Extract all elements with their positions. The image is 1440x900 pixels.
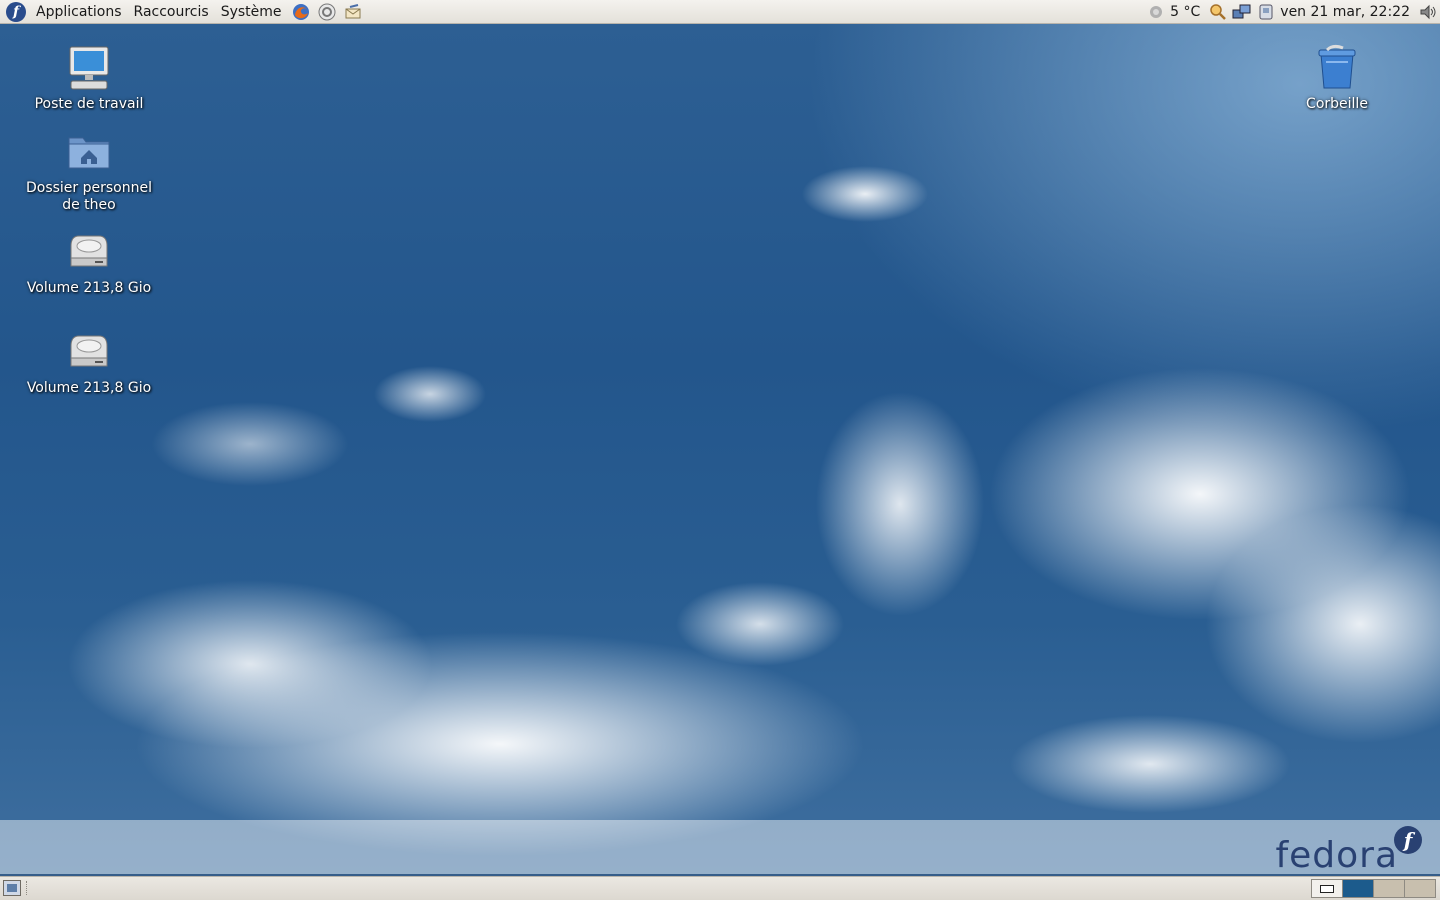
desktop-icon-volume-1[interactable]: Volume 213,8 Gio <box>14 228 164 297</box>
panel-grip[interactable] <box>26 881 30 895</box>
clock[interactable]: ven 21 mar, 22:22 <box>1280 4 1410 20</box>
workspace-3[interactable] <box>1373 879 1405 898</box>
fedora-menu-icon[interactable]: f <box>6 1 26 22</box>
workspace-2[interactable] <box>1342 879 1374 898</box>
weather-temperature[interactable]: 5 °C <box>1170 4 1200 20</box>
workspace-4[interactable] <box>1404 879 1436 898</box>
desktop-icon-label: Dossier personnel de theo <box>25 180 152 213</box>
harddisk-icon <box>65 328 113 376</box>
printer-icon[interactable] <box>1256 2 1276 22</box>
home-folder-icon <box>65 128 113 176</box>
wallpaper-band <box>0 820 1440 874</box>
fedora-logo: fedora f <box>1275 826 1422 876</box>
workspace-1[interactable] <box>1311 879 1343 898</box>
desktop-wallpaper: fedora f <box>0 24 1440 876</box>
desktop-icon-label: Corbeille <box>1306 96 1368 112</box>
top-panel: f Applications Raccourcis Système 5 °C v… <box>0 0 1440 24</box>
fedora-infinity-icon: f <box>1394 826 1422 854</box>
menu-raccourcis[interactable]: Raccourcis <box>128 4 215 20</box>
mail-icon[interactable] <box>343 2 363 22</box>
desktop-icon-label: Volume 213,8 Gio <box>26 280 152 296</box>
desktop-icon-volume-2[interactable]: Volume 213,8 Gio <box>14 328 164 397</box>
workspace-switcher <box>1311 879 1436 898</box>
help-icon[interactable] <box>317 2 337 22</box>
desktop-icon-label: Volume 213,8 Gio <box>26 380 152 396</box>
desktop-icon-label: Poste de travail <box>34 96 144 112</box>
show-desktop-button[interactable] <box>3 880 21 896</box>
weather-icon[interactable] <box>1146 2 1166 22</box>
trash-icon <box>1313 44 1361 92</box>
fedora-wordmark: fedora <box>1275 835 1398 876</box>
desktop-icon-corbeille[interactable]: Corbeille <box>1262 44 1412 113</box>
menu-applications[interactable]: Applications <box>30 4 128 20</box>
harddisk-icon <box>65 228 113 276</box>
system-tray: 5 °C ven 21 mar, 22:22 <box>1144 0 1440 23</box>
desktop-icon-dossier-personnel[interactable]: Dossier personnel de theo <box>14 128 164 214</box>
firefox-icon[interactable] <box>291 2 311 22</box>
desktop-icon-poste-de-travail[interactable]: Poste de travail <box>14 44 164 113</box>
menu-systeme[interactable]: Système <box>215 4 288 20</box>
volume-icon[interactable] <box>1418 2 1438 22</box>
bottom-panel <box>0 876 1440 900</box>
computer-icon <box>65 44 113 92</box>
search-icon[interactable] <box>1208 2 1228 22</box>
network-icon[interactable] <box>1232 2 1252 22</box>
